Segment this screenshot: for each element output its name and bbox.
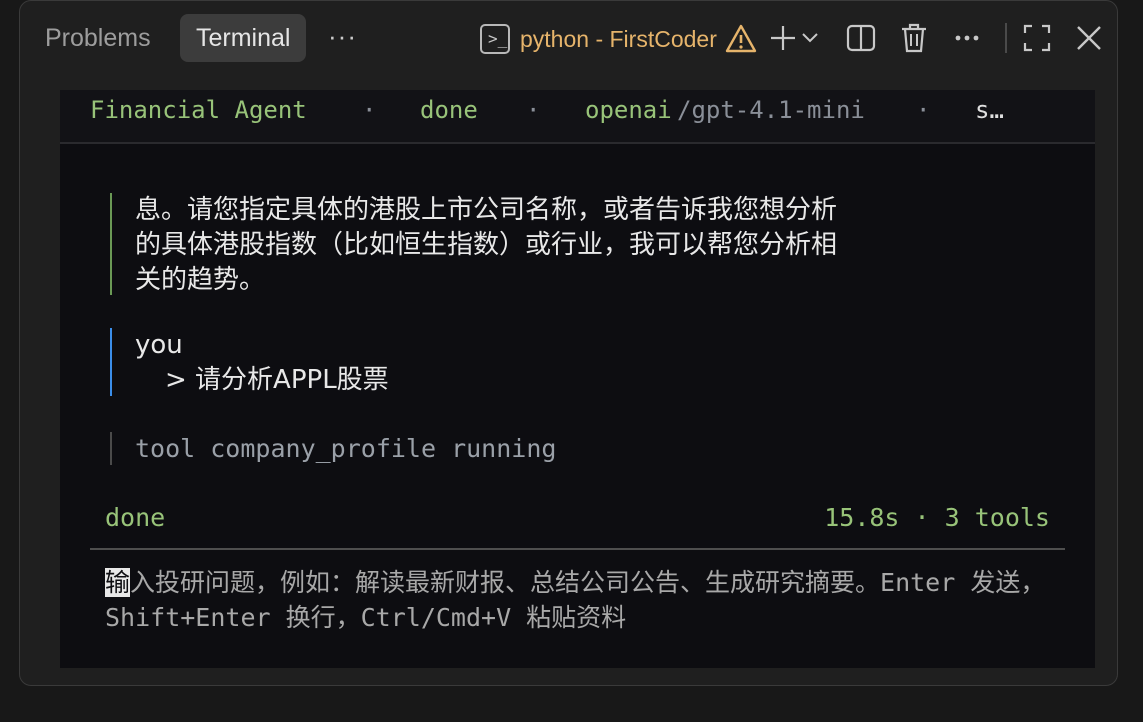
run-stats: 15.8s · 3 tools [824,503,1050,532]
run-status: done [105,503,166,532]
assistant-message: 息。请您指定具体的港股上市公司名称，或者告诉我您想分析 的具体港股指数（比如恒生… [135,193,837,298]
assistant-message-line: 的具体港股指数（比如恒生指数）或行业，我可以帮您分析相 [135,230,838,260]
terminal-icon: >_ [480,24,510,54]
text-cursor: 输 [105,568,131,597]
split-editor-icon[interactable] [844,19,878,57]
user-message: you > 请分析APPL股票 [135,328,389,398]
assistant-message-bar [110,193,112,295]
trash-icon[interactable] [897,19,931,57]
header-separator: · [916,96,931,124]
assistant-message-line: 关的趋势。 [135,265,266,295]
header-extra: s… [975,96,1004,124]
input-placeholder: 入投研问题，例如：解读最新财报、总结公司公告、生成研究摘要。Enter 发送，S… [105,568,1046,632]
close-icon[interactable] [1072,19,1106,57]
terminal-process-selector[interactable]: >_ python - FirstCoder [480,21,757,57]
user-name: you [135,330,183,360]
agent-header: Financial Agent · done · openai /gpt-4.1… [60,90,1095,144]
maximize-icon[interactable] [1020,19,1054,57]
user-prompt: > 请分析APPL股票 [165,365,389,395]
tab-terminal[interactable]: Terminal [180,14,307,62]
toolbar-divider [1005,23,1007,53]
tabs-more-button[interactable]: ··· [328,14,357,62]
plus-icon[interactable] [766,19,800,57]
tool-status-line: tool company_profile running [135,434,557,463]
header-separator: · [526,96,541,124]
more-icon[interactable] [950,19,984,57]
assistant-message-line: 息。请您指定具体的港股上市公司名称，或者告诉我您想分析 [135,195,838,225]
header-separator: · [362,96,377,124]
agent-status: done [420,96,478,124]
chevron-down-icon[interactable] [800,19,820,57]
tab-problems[interactable]: Problems [29,14,167,62]
terminal-viewport[interactable]: Financial Agent · done · openai /gpt-4.1… [60,90,1095,668]
panel-tabbar: Problems Terminal ··· >_ python - FirstC… [20,1,1117,77]
input-divider [90,548,1065,550]
process-label: python - FirstCoder [520,26,717,52]
warning-icon [725,24,757,53]
agent-name: Financial Agent [90,96,307,124]
user-message-bar [110,328,112,396]
model-provider: openai [585,96,672,124]
chat-input[interactable]: 输入投研问题，例如：解读最新财报、总结公司公告、生成研究摘要。Enter 发送，… [105,565,1055,635]
tool-message-bar [110,432,112,465]
model-name: /gpt-4.1-mini [677,96,865,124]
